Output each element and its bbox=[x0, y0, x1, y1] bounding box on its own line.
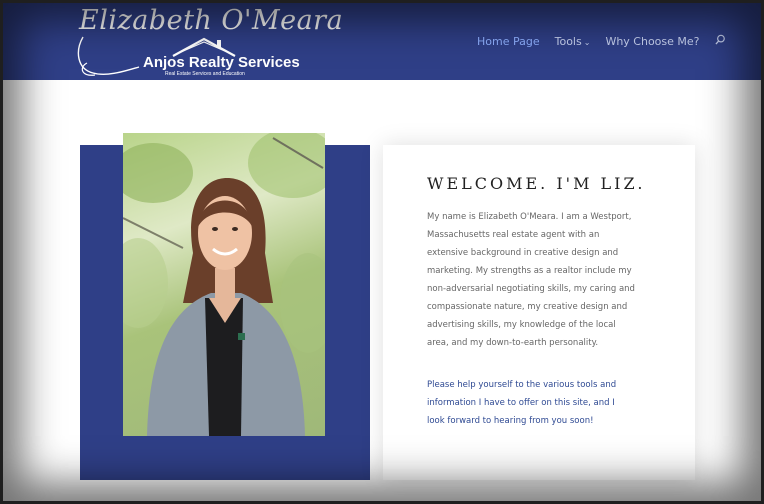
portrait-photo bbox=[123, 133, 325, 436]
search-icon[interactable] bbox=[714, 34, 726, 45]
nav-item-tools-label: Tools bbox=[554, 35, 582, 48]
nav-item-tools[interactable]: Tools ⌄ bbox=[555, 35, 591, 48]
chevron-down-icon: ⌄ bbox=[583, 38, 591, 47]
nav-item-home-label: Home Page bbox=[477, 35, 540, 48]
invite-paragraph: Please help yourself to the various tool… bbox=[427, 380, 617, 426]
site-header: Elizabeth O'Meara Anjos Realty Services … bbox=[3, 3, 761, 80]
bio-paragraph: My name is Elizabeth O'Meara. I am a Wes… bbox=[427, 212, 635, 348]
main-nav: Home Page Tools ⌄ Why Choose Me? bbox=[477, 34, 726, 48]
site-logo[interactable]: Elizabeth O'Meara Anjos Realty Services … bbox=[73, 3, 343, 80]
logo-swirl-icon bbox=[77, 36, 140, 76]
logo-company-name: Anjos Realty Services bbox=[143, 54, 300, 71]
browser-viewport: Elizabeth O'Meara Anjos Realty Services … bbox=[3, 3, 761, 501]
logo-tagline: Real Estate Services and Education bbox=[165, 71, 245, 77]
welcome-title: WELCOME. I'M LIZ. bbox=[427, 174, 646, 193]
nav-item-why-label: Why Choose Me? bbox=[605, 35, 700, 48]
logo-script-name: Elizabeth O'Meara bbox=[79, 5, 344, 36]
nav-item-why-choose-me[interactable]: Why Choose Me? bbox=[605, 35, 699, 48]
nav-item-home[interactable]: Home Page bbox=[477, 35, 540, 48]
